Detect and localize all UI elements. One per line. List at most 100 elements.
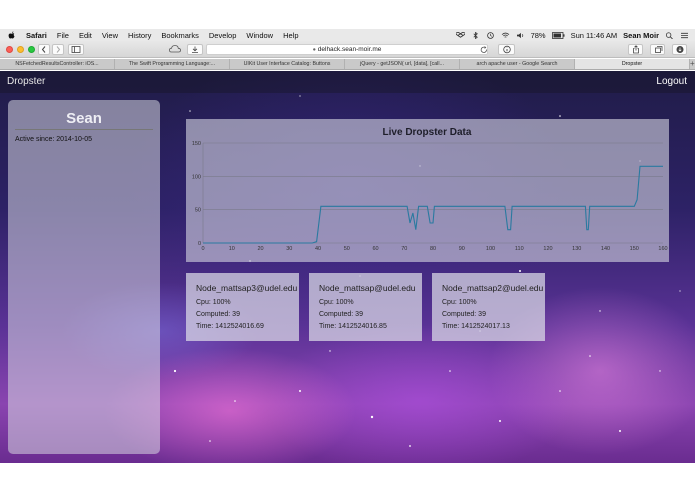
chevron-left-icon: [41, 46, 46, 53]
x-tick-label: 20: [257, 246, 263, 252]
brand-link[interactable]: Dropster: [7, 76, 45, 87]
reload-icon[interactable]: [480, 46, 488, 54]
node-time: Time: 1412524016.69: [196, 323, 264, 330]
info-icon: [502, 45, 511, 54]
download-icon: [192, 46, 198, 53]
x-tick-label: 130: [572, 246, 581, 252]
x-tick-label: 50: [344, 246, 350, 252]
cloud-icon: [168, 45, 181, 53]
node-time: Time: 1412524017.13: [442, 323, 510, 330]
wifi-icon[interactable]: [501, 32, 510, 39]
node-name: Node_mattsap2@udel.edu: [442, 283, 544, 293]
x-tick-label: 40: [315, 246, 321, 252]
back-button[interactable]: [38, 44, 50, 55]
notification-center-icon[interactable]: [680, 32, 689, 39]
battery-percent: 78%: [530, 30, 546, 40]
time-machine-icon[interactable]: [486, 31, 495, 39]
x-tick-label: 160: [658, 246, 667, 252]
chevron-right-icon: [56, 46, 61, 53]
tab-swift[interactable]: The Swift Programming Language:...: [115, 59, 230, 69]
x-tick-label: 0: [201, 246, 204, 252]
tab-jquery[interactable]: jQuery - getJSON( url, [data], [call...: [345, 59, 460, 69]
menu-view[interactable]: View: [102, 31, 118, 40]
menu-file[interactable]: File: [57, 31, 69, 40]
x-tick-label: 100: [486, 246, 495, 252]
menu-window[interactable]: Window: [246, 31, 273, 40]
node-name: Node_mattsap@udel.edu: [319, 283, 416, 293]
node-cpu: Cpu: 100%: [196, 299, 231, 306]
battery-icon[interactable]: [551, 31, 565, 39]
icloud-tabs-button[interactable]: [166, 44, 183, 55]
node-card: Node_mattsap2@udel.edu Cpu: 100% Compute…: [432, 273, 545, 341]
menu-history[interactable]: History: [128, 31, 151, 40]
share-icon: [632, 45, 639, 54]
x-tick-label: 150: [630, 246, 639, 252]
bluetooth-icon[interactable]: [471, 31, 480, 39]
y-tick-label: 100: [192, 174, 201, 180]
share-button[interactable]: [628, 44, 643, 55]
tab-uikit[interactable]: UIKit User Interface Catalog: Buttons: [230, 59, 345, 69]
address-url: delhack.sean-moir.me: [317, 46, 382, 53]
node-time: Time: 1412524016.85: [319, 323, 387, 330]
page-bottom-margin: [0, 463, 695, 494]
sidebar-toggle-button[interactable]: [68, 44, 84, 55]
x-tick-label: 70: [401, 246, 407, 252]
downloads-button[interactable]: [672, 44, 687, 55]
dropbox-icon[interactable]: [455, 31, 465, 39]
menubar-clock[interactable]: Sun 11:46 AM: [571, 31, 618, 40]
x-tick-label: 30: [286, 246, 292, 252]
node-card: Node_mattsap3@udel.edu Cpu: 100% Compute…: [186, 273, 299, 341]
tab-overview-button[interactable]: [650, 44, 665, 55]
profile-divider: [15, 129, 153, 130]
page-viewport: Dropster Logout Sean Active since: 2014-…: [0, 71, 695, 463]
node-cpu: Cpu: 100%: [442, 299, 477, 306]
x-tick-label: 120: [543, 246, 552, 252]
active-since: Active since: 2014-10-05: [15, 136, 93, 143]
menubar-user[interactable]: Sean Moir: [623, 31, 659, 40]
close-window-button[interactable]: [6, 46, 13, 53]
series-line: [203, 165, 663, 244]
profile-panel: Sean Active since: 2014-10-05: [8, 100, 160, 454]
live-data-chart: Live Dropster Data 0 50 100 150 0 10 20 30 40 50 6…: [186, 119, 669, 262]
menu-bookmarks[interactable]: Bookmarks: [161, 31, 199, 40]
menu-app-safari[interactable]: Safari: [26, 31, 47, 40]
node-card: Node_mattsap@udel.edu Cpu: 100% Computed…: [309, 273, 422, 341]
node-computed: Computed: 39: [196, 311, 240, 318]
chart-canvas: Live Dropster Data 0501001500 10 20 30 40 50 6…: [192, 127, 668, 252]
x-tick-label: 140: [601, 246, 610, 252]
app-navbar: Dropster Logout: [0, 71, 695, 93]
menu-develop[interactable]: Develop: [209, 31, 237, 40]
menubar-status-area: 78% Sun 11:46 AM Sean Moir: [455, 30, 695, 40]
x-tick-label: 10: [229, 246, 235, 252]
profile-name: Sean: [66, 110, 102, 127]
node-computed: Computed: 39: [319, 311, 363, 318]
zoom-window-button[interactable]: [28, 46, 35, 53]
tabs-icon: [654, 46, 662, 53]
node-name: Node_mattsap3@udel.edu: [196, 283, 298, 293]
new-tab-button[interactable]: +: [690, 59, 695, 69]
x-tick-label: 60: [372, 246, 378, 252]
macos-menubar: Safari File Edit View History Bookmarks …: [0, 29, 695, 41]
logout-link[interactable]: Logout: [656, 76, 687, 87]
sidebar-icon: [71, 46, 81, 53]
menu-help[interactable]: Help: [283, 31, 298, 40]
apple-logo-icon[interactable]: [8, 31, 16, 40]
chart-title: Live Dropster Data: [383, 127, 472, 138]
tab-dropster[interactable]: Dropster: [575, 59, 690, 69]
reader-button[interactable]: [498, 44, 515, 55]
spotlight-search-icon[interactable]: [665, 31, 674, 39]
node-computed: Computed: 39: [442, 311, 486, 318]
minimize-window-button[interactable]: [17, 46, 24, 53]
downloads-icon: [676, 46, 683, 53]
address-bar[interactable]: ● delhack.sean-moir.me: [206, 44, 488, 55]
menu-edit[interactable]: Edit: [79, 31, 92, 40]
tab-google[interactable]: arch apache user - Google Search: [460, 59, 575, 69]
volume-icon[interactable]: [516, 32, 525, 39]
forward-button[interactable]: [52, 44, 64, 55]
tab-bar: NSFetchedResultsController: iOS... The S…: [0, 59, 695, 70]
y-tick-label: 50: [195, 208, 201, 214]
browser-toolbar: ● delhack.sean-moir.me: [0, 41, 695, 58]
top-sites-button[interactable]: [187, 44, 203, 55]
tab-nsfetched[interactable]: NSFetchedResultsController: iOS...: [0, 59, 115, 69]
node-cpu: Cpu: 100%: [319, 299, 354, 306]
